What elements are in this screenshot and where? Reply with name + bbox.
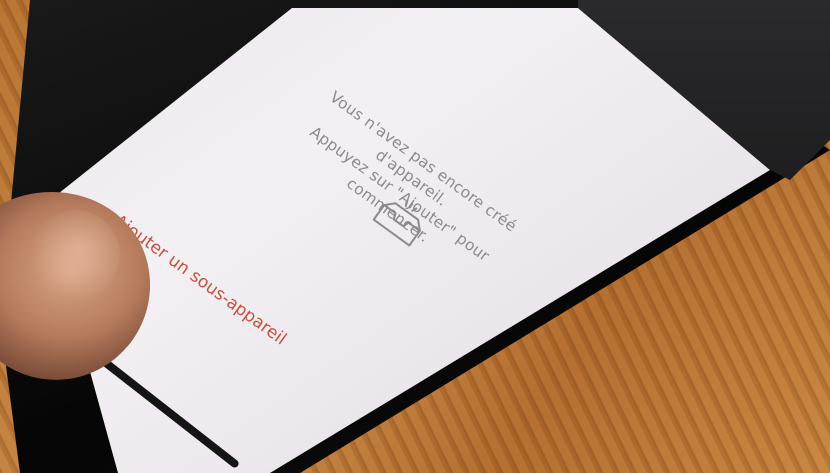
finger-highlight <box>30 210 120 300</box>
photo-scene: Vous n'avez pas encore créé d'appareil. … <box>0 0 830 473</box>
